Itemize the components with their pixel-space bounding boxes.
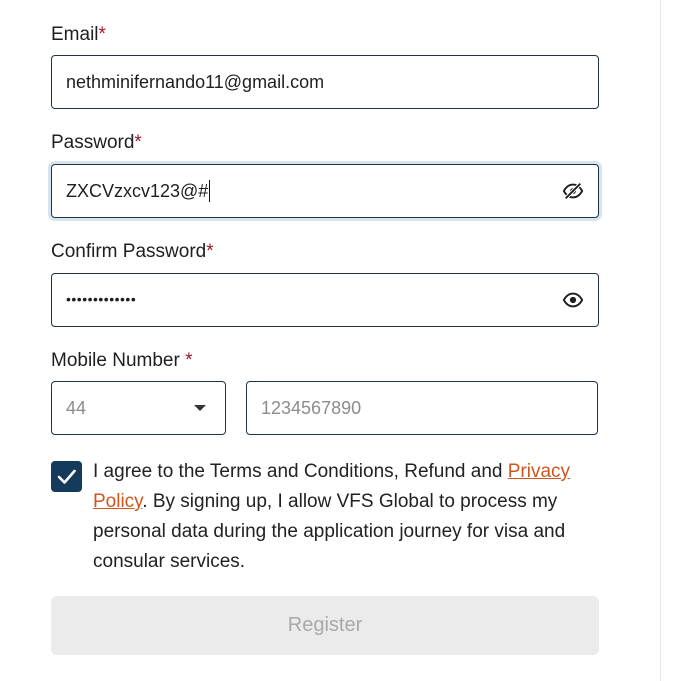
password-value-text: ZXCVzxcv123@# xyxy=(66,181,209,201)
country-code-value: 44 xyxy=(66,398,87,418)
eye-icon[interactable] xyxy=(562,290,584,310)
registration-page: Email* nethminifernando11@gmail.com Pass… xyxy=(0,0,694,681)
text-caret xyxy=(209,179,211,202)
password-label: Password* xyxy=(51,132,142,154)
country-code-select[interactable]: 44 xyxy=(51,381,226,435)
password-field[interactable]: ZXCVzxcv123@# xyxy=(51,164,599,218)
checkmark-icon xyxy=(57,469,76,484)
mobile-number-input[interactable]: 1234567890 xyxy=(246,381,598,435)
confirm-password-masked-value: ••••••••••••• xyxy=(66,291,137,307)
register-button[interactable]: Register xyxy=(51,596,599,655)
email-label-text: Email xyxy=(51,24,99,45)
consent-text-after: . By signing up, I allow VFS Global to p… xyxy=(93,491,566,572)
password-label-text: Password xyxy=(51,132,135,153)
eye-slash-icon[interactable] xyxy=(562,181,584,201)
consent-text-before: I agree to the Terms and Conditions, Ref… xyxy=(93,461,508,482)
confirm-password-label: Confirm Password* xyxy=(51,241,214,263)
confirm-password-field[interactable]: ••••••••••••• xyxy=(51,273,599,327)
required-mark: * xyxy=(185,350,193,371)
email-value: nethminifernando11@gmail.com xyxy=(66,72,325,92)
mobile-number-placeholder: 1234567890 xyxy=(261,398,362,418)
consent-checkbox[interactable] xyxy=(51,461,82,492)
chevron-down-icon xyxy=(194,405,206,411)
consent-text: I agree to the Terms and Conditions, Ref… xyxy=(93,457,603,577)
required-mark: * xyxy=(98,24,106,45)
panel-divider xyxy=(660,0,661,681)
mobile-number-label: Mobile Number * xyxy=(51,350,193,372)
required-mark: * xyxy=(206,241,214,262)
password-value: ZXCVzxcv123@# xyxy=(66,165,211,217)
email-field[interactable]: nethminifernando11@gmail.com xyxy=(51,55,599,109)
required-mark: * xyxy=(134,132,142,153)
mobile-number-label-text: Mobile Number xyxy=(51,350,180,371)
confirm-password-label-text: Confirm Password xyxy=(51,241,207,262)
email-label: Email* xyxy=(51,24,106,46)
